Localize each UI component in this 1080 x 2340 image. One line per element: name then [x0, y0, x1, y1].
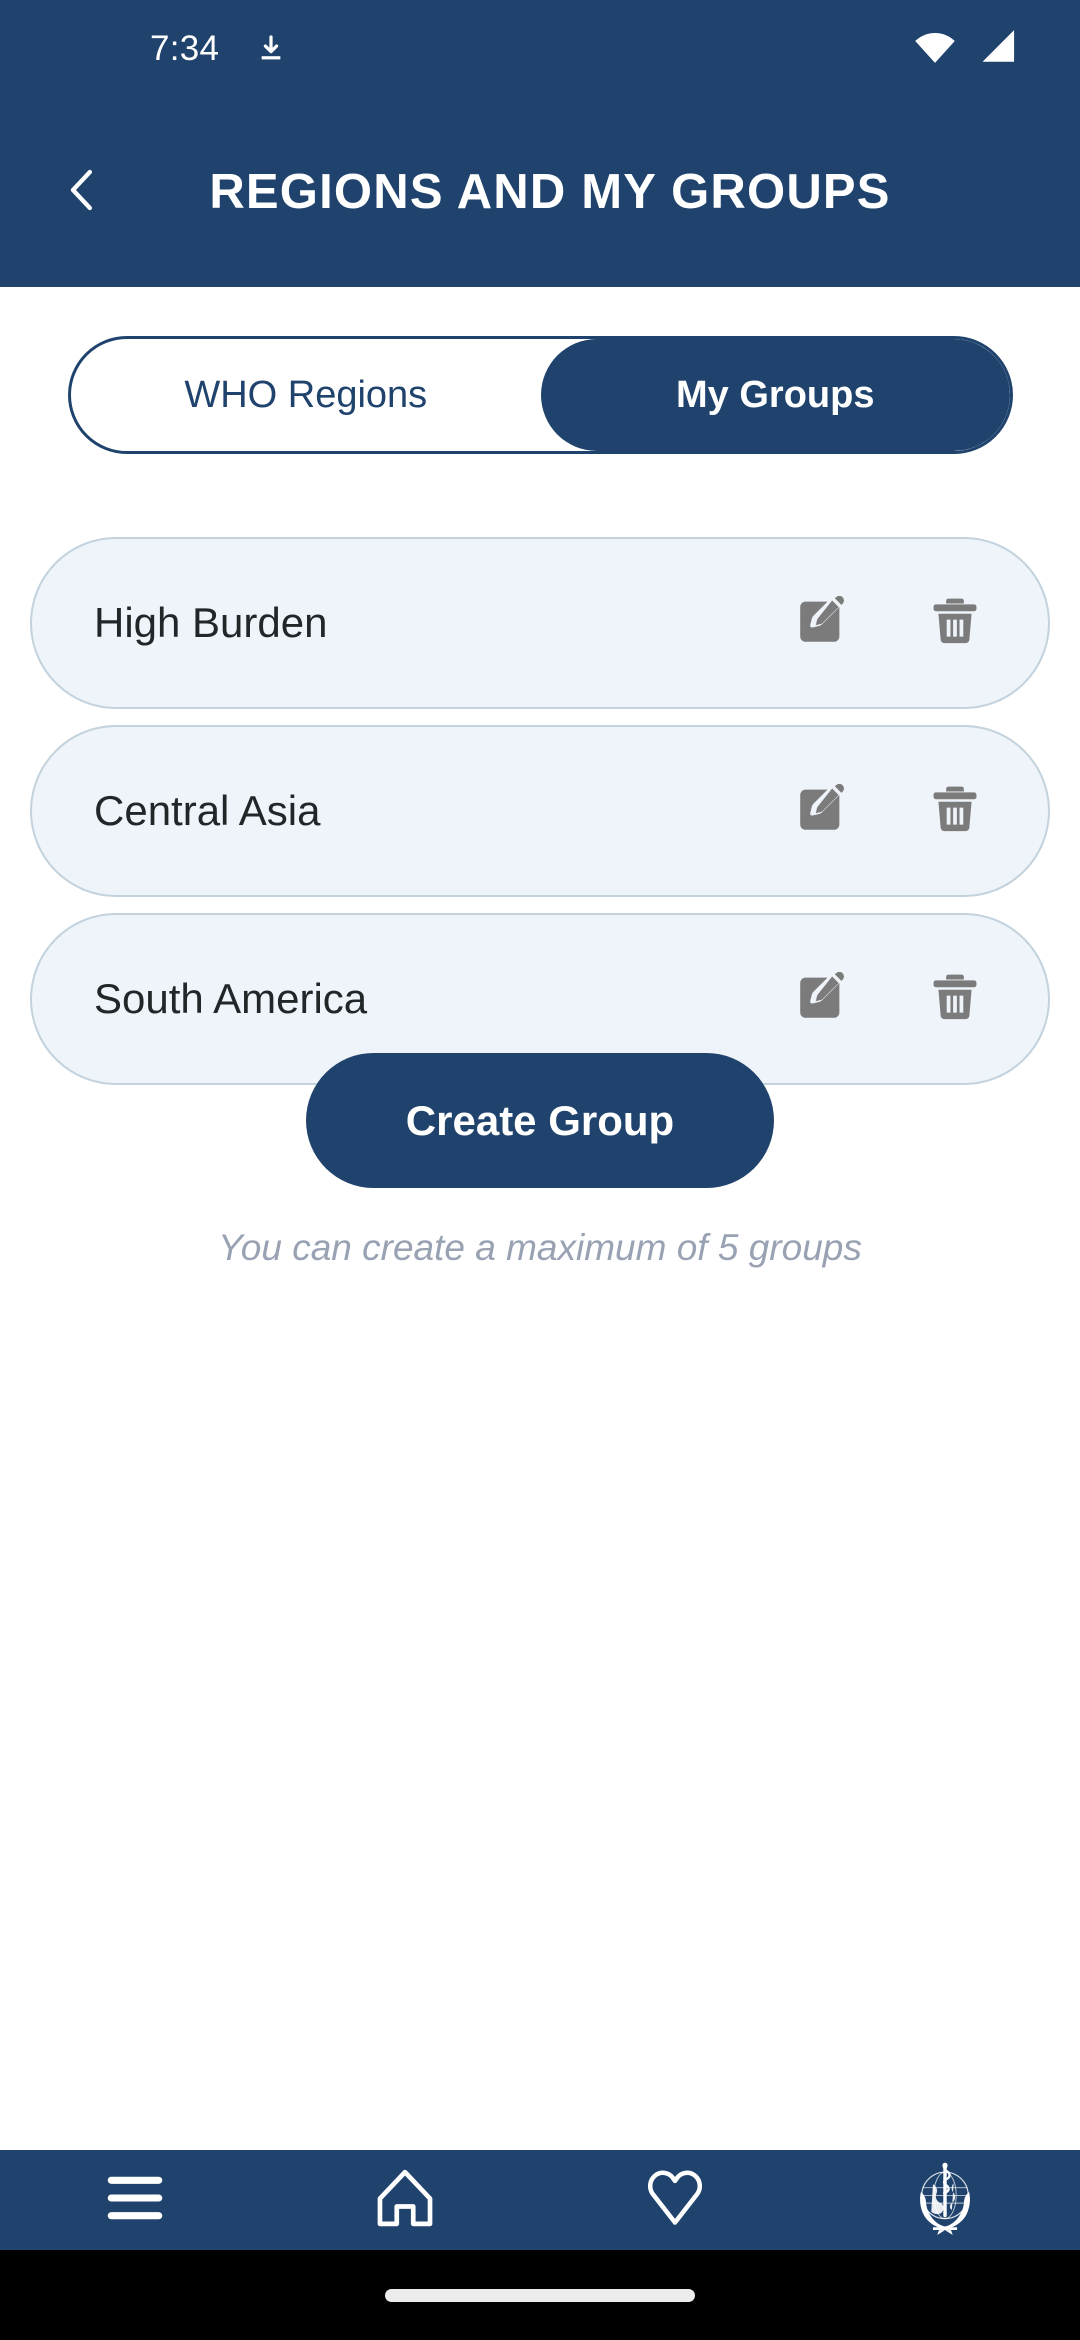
nav-home-button[interactable]: [270, 2150, 540, 2250]
tab-who-regions[interactable]: WHO Regions: [71, 339, 541, 451]
row-actions: [790, 592, 986, 654]
delete-group-button[interactable]: [924, 592, 986, 654]
hamburger-menu-icon: [102, 2168, 168, 2233]
heart-icon: [643, 2166, 707, 2235]
group-list: High Burden Central Asia South America: [30, 537, 1050, 1101]
delete-group-button[interactable]: [924, 968, 986, 1030]
trash-icon: [927, 781, 983, 842]
download-icon: [255, 33, 287, 65]
edit-icon: [792, 780, 850, 843]
edit-group-button[interactable]: [790, 592, 852, 654]
gesture-pill[interactable]: [385, 2288, 695, 2302]
status-indicators: [912, 27, 1018, 70]
nav-menu-button[interactable]: [0, 2150, 270, 2250]
trash-icon: [927, 969, 983, 1030]
trash-icon: [927, 593, 983, 654]
group-name: Central Asia: [94, 787, 321, 834]
max-groups-hint: You can create a maximum of 5 groups: [218, 1227, 862, 1268]
tab-switcher: WHO Regions My Groups: [68, 336, 1013, 454]
status-bar: 7:34: [0, 0, 1080, 97]
edit-icon: [792, 968, 850, 1031]
gesture-navigation-bar: [0, 2250, 1080, 2340]
group-name: South America: [94, 975, 368, 1022]
nav-who-logo-button[interactable]: [810, 2150, 1080, 2250]
create-group-button[interactable]: Create Group: [306, 1053, 774, 1188]
delete-group-button[interactable]: [924, 780, 986, 842]
edit-icon: [792, 592, 850, 655]
app-bar: REGIONS AND MY GROUPS: [0, 97, 1080, 287]
page-title: REGIONS AND MY GROUPS: [209, 165, 891, 219]
row-actions: [790, 780, 986, 842]
group-name: High Burden: [94, 599, 328, 646]
nav-favorites-button[interactable]: [540, 2150, 810, 2250]
home-icon: [372, 2165, 438, 2236]
edit-group-button[interactable]: [790, 780, 852, 842]
bottom-navigation: [0, 2150, 1080, 2250]
cellular-signal-icon: [976, 27, 1018, 70]
table-row[interactable]: High Burden: [30, 537, 1050, 709]
row-actions: [790, 968, 986, 1030]
wifi-icon: [912, 27, 958, 70]
status-clock: 7:34: [150, 28, 220, 68]
who-logo-icon: [902, 2155, 988, 2246]
main-content: WHO Regions My Groups High Burden Centra…: [0, 287, 1080, 2150]
phone-screen: 7:34 REGIONS AND MY GROUPS WHO Regions M…: [0, 0, 1080, 2340]
edit-group-button[interactable]: [790, 968, 852, 1030]
table-row[interactable]: Central Asia: [30, 725, 1050, 897]
tab-my-groups[interactable]: My Groups: [540, 339, 1010, 451]
